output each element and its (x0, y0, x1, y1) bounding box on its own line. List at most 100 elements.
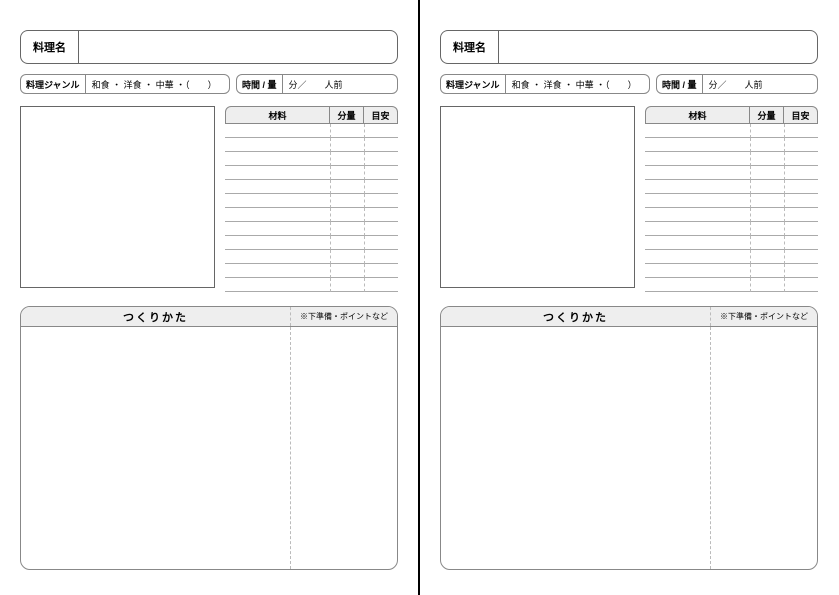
ingredient-cell-material[interactable] (225, 208, 330, 222)
ingredient-row[interactable] (225, 194, 398, 208)
ingredient-cell-material[interactable] (225, 124, 330, 138)
ingredient-cell-qty[interactable] (330, 138, 364, 152)
ingredient-cell-material[interactable] (645, 166, 750, 180)
ingredient-cell-est[interactable] (364, 250, 398, 264)
ingredient-cell-qty[interactable] (750, 250, 784, 264)
ingredient-cell-qty[interactable] (750, 138, 784, 152)
ingredient-cell-material[interactable] (225, 180, 330, 194)
time-value[interactable]: 分／ 人前 (703, 78, 769, 91)
ingredient-cell-est[interactable] (784, 166, 818, 180)
ingredient-cell-qty[interactable] (750, 166, 784, 180)
ingredient-row[interactable] (225, 208, 398, 222)
ingredient-row[interactable] (645, 236, 818, 250)
ingredient-cell-est[interactable] (364, 166, 398, 180)
ingredient-cell-material[interactable] (645, 194, 750, 208)
ingredient-cell-est[interactable] (784, 138, 818, 152)
ingredient-cell-qty[interactable] (750, 124, 784, 138)
ingredient-cell-est[interactable] (784, 250, 818, 264)
ingredient-cell-material[interactable] (645, 222, 750, 236)
ingredient-row[interactable] (645, 250, 818, 264)
ingredient-row[interactable] (645, 208, 818, 222)
ingredient-cell-est[interactable] (364, 194, 398, 208)
ingredient-cell-est[interactable] (784, 194, 818, 208)
ingredient-row[interactable] (225, 180, 398, 194)
ingredient-row[interactable] (225, 236, 398, 250)
ingredient-cell-material[interactable] (225, 236, 330, 250)
ingredient-cell-material[interactable] (225, 278, 330, 292)
ingredient-cell-est[interactable] (784, 222, 818, 236)
ingredient-row[interactable] (645, 180, 818, 194)
ingredient-row[interactable] (225, 264, 398, 278)
ingredient-cell-material[interactable] (645, 152, 750, 166)
ingredient-row[interactable] (645, 222, 818, 236)
ingredient-cell-est[interactable] (784, 180, 818, 194)
method-main-area[interactable] (21, 327, 291, 569)
ingredient-row[interactable] (225, 222, 398, 236)
dish-name-field[interactable] (78, 30, 398, 64)
ingredient-row[interactable] (225, 278, 398, 292)
ingredient-cell-qty[interactable] (330, 278, 364, 292)
ingredient-cell-qty[interactable] (330, 180, 364, 194)
ingredient-cell-qty[interactable] (750, 264, 784, 278)
ingredient-cell-qty[interactable] (750, 180, 784, 194)
ingredient-row[interactable] (645, 138, 818, 152)
ingredient-row[interactable] (645, 278, 818, 292)
ingredient-row[interactable] (645, 152, 818, 166)
time-value[interactable]: 分／ 人前 (283, 78, 349, 91)
ingredient-cell-qty[interactable] (750, 222, 784, 236)
method-tips-area[interactable] (711, 327, 817, 569)
ingredient-cell-material[interactable] (645, 250, 750, 264)
ingredient-cell-qty[interactable] (330, 264, 364, 278)
ingredient-cell-est[interactable] (784, 124, 818, 138)
ingredient-cell-est[interactable] (784, 152, 818, 166)
ingredient-cell-est[interactable] (364, 236, 398, 250)
ingredient-cell-est[interactable] (364, 222, 398, 236)
method-tips-area[interactable] (291, 327, 397, 569)
ingredient-cell-material[interactable] (645, 236, 750, 250)
photo-box[interactable] (20, 106, 215, 288)
ingredient-cell-material[interactable] (225, 264, 330, 278)
ingredient-cell-qty[interactable] (330, 166, 364, 180)
ingredient-cell-qty[interactable] (750, 194, 784, 208)
ingredient-cell-est[interactable] (364, 278, 398, 292)
ingredient-cell-material[interactable] (225, 194, 330, 208)
ingredient-cell-est[interactable] (784, 208, 818, 222)
ingredient-cell-material[interactable] (645, 124, 750, 138)
method-main-area[interactable] (441, 327, 711, 569)
genre-options[interactable]: 和食 ・ 洋食 ・ 中華 ・（ ） (86, 78, 223, 91)
ingredient-row[interactable] (225, 166, 398, 180)
ingredient-cell-material[interactable] (225, 138, 330, 152)
ingredient-row[interactable] (225, 138, 398, 152)
ingredient-cell-est[interactable] (364, 180, 398, 194)
ingredient-cell-material[interactable] (225, 250, 330, 264)
photo-box[interactable] (440, 106, 635, 288)
ingredient-cell-qty[interactable] (750, 278, 784, 292)
ingredient-cell-qty[interactable] (330, 208, 364, 222)
ingredient-cell-qty[interactable] (750, 152, 784, 166)
genre-options[interactable]: 和食 ・ 洋食 ・ 中華 ・（ ） (506, 78, 643, 91)
ingredient-cell-est[interactable] (784, 278, 818, 292)
ingredient-cell-est[interactable] (784, 264, 818, 278)
ingredient-cell-qty[interactable] (330, 222, 364, 236)
ingredient-cell-material[interactable] (645, 208, 750, 222)
ingredient-cell-material[interactable] (645, 264, 750, 278)
ingredient-cell-est[interactable] (364, 208, 398, 222)
ingredient-cell-material[interactable] (225, 152, 330, 166)
ingredient-cell-material[interactable] (645, 278, 750, 292)
ingredient-row[interactable] (645, 166, 818, 180)
ingredient-row[interactable] (645, 194, 818, 208)
ingredient-cell-est[interactable] (364, 138, 398, 152)
ingredient-cell-qty[interactable] (750, 236, 784, 250)
ingredient-cell-material[interactable] (225, 222, 330, 236)
ingredient-row[interactable] (225, 124, 398, 138)
ingredient-cell-qty[interactable] (330, 124, 364, 138)
ingredient-cell-material[interactable] (225, 166, 330, 180)
ingredient-cell-material[interactable] (645, 138, 750, 152)
ingredient-cell-material[interactable] (645, 180, 750, 194)
ingredient-cell-qty[interactable] (330, 194, 364, 208)
dish-name-field[interactable] (498, 30, 818, 64)
ingredient-row[interactable] (225, 152, 398, 166)
ingredient-cell-est[interactable] (364, 124, 398, 138)
ingredient-cell-qty[interactable] (330, 152, 364, 166)
ingredient-cell-est[interactable] (784, 236, 818, 250)
